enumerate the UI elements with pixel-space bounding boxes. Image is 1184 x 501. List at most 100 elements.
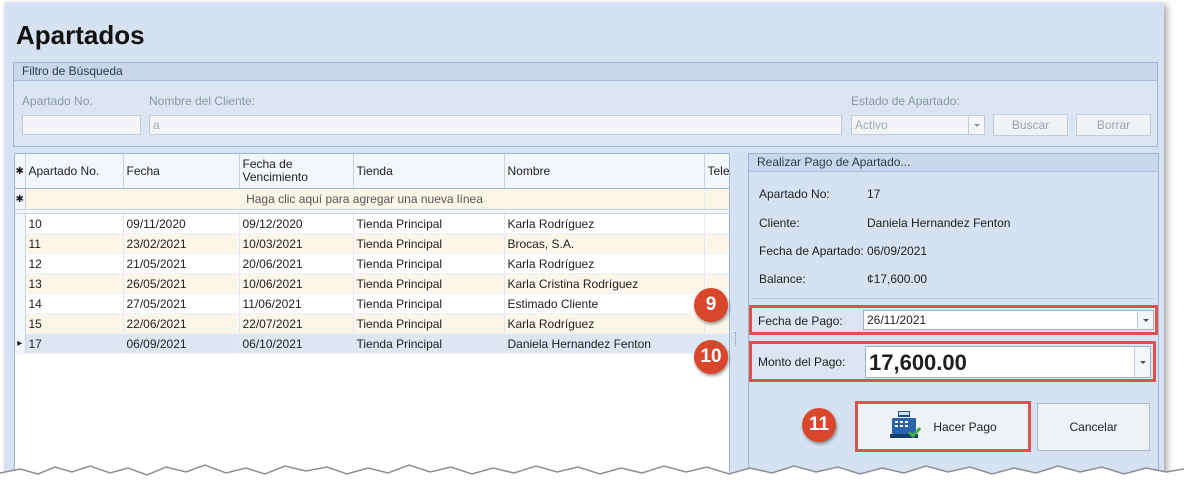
cliente-value: Daniela Hernandez Fenton	[867, 216, 1011, 230]
cell-fecha[interactable]: 27/05/2021	[123, 293, 240, 314]
cell-tienda[interactable]: Tienda Principal	[353, 233, 505, 254]
cell-no[interactable]: 12	[25, 253, 124, 274]
monto-input[interactable]: 17,600.00	[865, 346, 1151, 378]
new-row[interactable]: ✱ Haga clic aquí para agregar una nueva …	[15, 188, 729, 210]
estado-select[interactable]: Activo	[851, 115, 985, 135]
col-fecha[interactable]: Fecha	[123, 154, 240, 189]
cell-fecha[interactable]: 21/05/2021	[123, 253, 240, 274]
filter-header: Filtro de Búsqueda	[14, 63, 1157, 81]
cell-vence[interactable]: 20/06/2021	[239, 253, 354, 274]
payment-panel: Realizar Pago de Apartado... Apartado No…	[748, 153, 1159, 492]
cliente-label: Cliente:	[759, 216, 800, 230]
filter-group: Filtro de Búsqueda Apartado No. Nombre d…	[13, 62, 1158, 147]
cell-tele[interactable]	[704, 253, 729, 274]
col-apartado[interactable]: Apartado No.	[25, 154, 124, 189]
row-indicator	[15, 273, 26, 294]
apartados-grid: ✱ Apartado No. Fecha Fecha de Vencimient…	[14, 153, 730, 492]
new-row-indicator: ✱	[15, 188, 26, 210]
cell-vence[interactable]: 06/10/2021	[239, 333, 354, 354]
splitter-grip[interactable]	[735, 332, 739, 346]
page-title: Apartados	[16, 20, 145, 50]
callout-10: 10	[694, 340, 728, 374]
fecha-pago-highlight: Fecha de Pago: 26/11/2021	[749, 305, 1158, 335]
header-indicator: ✱	[15, 154, 26, 189]
cell-tienda[interactable]: Tienda Principal	[353, 273, 505, 294]
balance-label: Balance:	[759, 272, 806, 286]
chevron-down-icon[interactable]	[968, 116, 984, 134]
chevron-down-icon[interactable]	[1137, 311, 1153, 329]
col-tienda[interactable]: Tienda	[353, 154, 505, 189]
apartados-window: Apartados Filtro de Búsqueda Apartado No…	[4, 2, 1164, 492]
monto-highlight: Monto del Pago: 17,600.00	[749, 341, 1156, 382]
cell-tienda[interactable]: Tienda Principal	[353, 313, 505, 334]
row-pointer-icon: ▸	[15, 333, 26, 354]
col-nombre[interactable]: Nombre	[504, 154, 705, 189]
cliente-label: Nombre del Cliente:	[149, 94, 256, 108]
cell-vence[interactable]: 10/06/2021	[239, 273, 354, 294]
apartado-label: Apartado No.	[22, 94, 93, 108]
cell-tienda[interactable]: Tienda Principal	[353, 333, 505, 354]
cell-vence[interactable]: 10/03/2021	[239, 233, 354, 254]
cell-no[interactable]: 14	[25, 293, 124, 314]
cell-vence[interactable]: 22/07/2021	[239, 313, 354, 334]
cell-tele[interactable]	[704, 213, 729, 234]
cell-fecha[interactable]: 22/06/2021	[123, 313, 240, 334]
cell-tienda[interactable]: Tienda Principal	[353, 213, 505, 234]
col-telefono[interactable]: Tele	[704, 154, 729, 189]
cell-fecha[interactable]: 26/05/2021	[123, 273, 240, 294]
hacer-pago-button[interactable]: Hacer Pago	[855, 401, 1031, 452]
cell-tele[interactable]	[704, 233, 729, 254]
cell-fecha[interactable]: 23/02/2021	[123, 233, 240, 254]
cell-vence[interactable]: 11/06/2021	[239, 293, 354, 314]
table-row[interactable]: 15 22/06/2021 22/07/2021 Tienda Principa…	[15, 313, 729, 334]
table-row[interactable]: 12 21/05/2021 20/06/2021 Tienda Principa…	[15, 253, 729, 274]
cell-nombre[interactable]: Karla Cristina Rodríguez	[504, 273, 705, 294]
fecha-pago-input[interactable]: 26/11/2021	[863, 310, 1154, 330]
cancelar-button[interactable]: Cancelar	[1037, 403, 1150, 451]
cell-nombre[interactable]: Daniela Hernandez Fenton	[504, 333, 705, 354]
cell-fecha[interactable]: 09/11/2020	[123, 213, 240, 234]
estado-label: Estado de Apartado:	[851, 94, 960, 108]
cell-nombre[interactable]: Karla Rodríguez	[504, 313, 705, 334]
table-row[interactable]: 10 09/11/2020 09/12/2020 Tienda Principa…	[15, 213, 729, 234]
cell-no[interactable]: 13	[25, 273, 124, 294]
cell-no[interactable]: 17	[25, 333, 124, 354]
table-row[interactable]: 11 23/02/2021 10/03/2021 Tienda Principa…	[15, 233, 729, 254]
cell-nombre[interactable]: Karla Rodríguez	[504, 253, 705, 274]
apartado-no-label: Apartado No:	[759, 187, 830, 201]
buscar-button[interactable]: Buscar	[993, 114, 1068, 136]
row-indicator	[15, 293, 26, 314]
cash-register-icon	[889, 410, 922, 443]
cell-vence[interactable]: 09/12/2020	[239, 213, 354, 234]
fecha-apartado-label: Fecha de Apartado:	[759, 244, 864, 258]
cell-tienda[interactable]: Tienda Principal	[353, 253, 505, 274]
table-row[interactable]: 14 27/05/2021 11/06/2021 Tienda Principa…	[15, 293, 729, 314]
payment-header: Realizar Pago de Apartado...	[749, 154, 1158, 172]
col-vencimiento[interactable]: Fecha de Vencimiento	[239, 154, 354, 189]
new-row-hint[interactable]: Haga clic aquí para agregar una nueva lí…	[25, 188, 705, 210]
cell-fecha[interactable]: 06/09/2021	[123, 333, 240, 354]
row-indicator	[15, 253, 26, 274]
new-row-filler	[704, 188, 729, 210]
cell-nombre[interactable]: Estimado Cliente	[504, 293, 705, 314]
cell-nombre[interactable]: Karla Rodríguez	[504, 213, 705, 234]
grid-header-row: ✱ Apartado No. Fecha Fecha de Vencimient…	[15, 154, 729, 189]
chevron-down-icon[interactable]	[1134, 347, 1150, 377]
fecha-pago-value: 26/11/2021	[867, 313, 927, 327]
cell-nombre[interactable]: Brocas, S.A.	[504, 233, 705, 254]
cell-tienda[interactable]: Tienda Principal	[353, 293, 505, 314]
table-row-selected[interactable]: ▸ 17 06/09/2021 06/10/2021 Tienda Princi…	[15, 333, 729, 354]
table-row[interactable]: 13 26/05/2021 10/06/2021 Tienda Principa…	[15, 273, 729, 294]
apartado-input[interactable]	[22, 115, 141, 135]
cell-no[interactable]: 15	[25, 313, 124, 334]
cell-no[interactable]: 10	[25, 213, 124, 234]
balance-value: ¢17,600.00	[867, 272, 928, 286]
borrar-button[interactable]: Borrar	[1076, 114, 1151, 136]
hacer-pago-label: Hacer Pago	[933, 419, 997, 434]
callout-11: 11	[802, 408, 836, 442]
cell-no[interactable]: 11	[25, 233, 124, 254]
estado-value: Activo	[855, 118, 888, 132]
row-indicator	[15, 233, 26, 254]
fecha-apartado-value: 06/09/2021	[867, 244, 928, 258]
cliente-input[interactable]: a	[149, 115, 842, 135]
